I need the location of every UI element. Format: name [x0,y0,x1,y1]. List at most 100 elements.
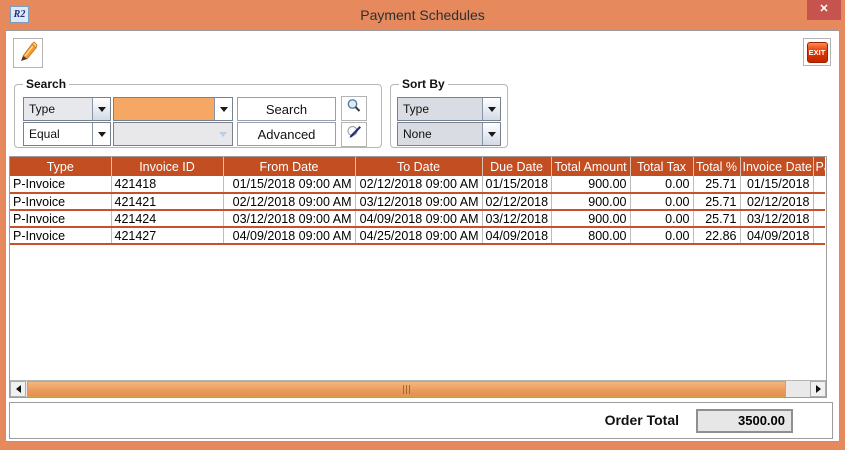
table-row[interactable]: P-Invoice42142102/12/2018 09:00 AM03/12/… [10,193,825,210]
search-value2-combo [113,122,233,146]
chevron-down-icon [214,123,232,145]
pencil-icon [17,40,39,67]
cell[interactable]: 04/25/2018 09:00 AM [355,227,482,244]
window-title: Payment Schedules [0,0,845,30]
cell[interactable]: 02/12/2018 09:00 AM [355,176,482,193]
scroll-left-button[interactable] [10,381,26,397]
scrollbar-thumb[interactable] [27,381,786,397]
advanced-find-button[interactable] [341,122,367,147]
cell[interactable]: 900.00 [551,210,630,227]
cell[interactable] [813,193,825,210]
table-row[interactable]: P-Invoice42141801/15/2018 09:00 AM02/12/… [10,176,825,193]
cell[interactable] [813,210,825,227]
advanced-button[interactable]: Advanced [237,122,336,146]
chevron-down-icon[interactable] [92,123,110,145]
magnifier-pen-icon [346,124,362,145]
cell[interactable]: 0.00 [630,193,693,210]
exit-button[interactable]: EXIT [803,38,831,66]
titlebar: R2 Payment Schedules ✕ [0,0,845,30]
column-header-to-date[interactable]: To Date [355,157,482,176]
magnifier-icon [346,98,362,119]
column-header-invoice-id[interactable]: Invoice ID [111,157,223,176]
column-header-invoice-date[interactable]: Invoice Date [740,157,813,176]
search-field-value: Type [24,98,92,120]
footer-panel: Order Total 3500.00 [9,402,833,439]
column-header-total-[interactable]: Total % [693,157,740,176]
cell[interactable]: 03/12/2018 [740,210,813,227]
cell[interactable]: 03/12/2018 [482,210,551,227]
column-header-type[interactable]: Type [10,157,111,176]
cell[interactable]: 421427 [111,227,223,244]
cell[interactable]: 01/15/2018 09:00 AM [223,176,355,193]
column-header-due-date[interactable]: Due Date [482,157,551,176]
grip-icon [403,385,410,394]
cell[interactable]: 421418 [111,176,223,193]
order-total-label: Order Total [605,412,679,428]
cell[interactable]: 03/12/2018 09:00 AM [223,210,355,227]
scroll-right-button[interactable] [810,381,826,397]
search-value-text [114,98,214,120]
chevron-down-icon[interactable] [92,98,110,120]
cell[interactable]: P-Invoice [10,210,111,227]
cell[interactable]: 01/15/2018 [740,176,813,193]
sortby-legend: Sort By [399,77,448,91]
cell[interactable]: 02/12/2018 [482,193,551,210]
cell[interactable]: 0.00 [630,176,693,193]
cell[interactable]: 0.00 [630,210,693,227]
cell[interactable]: P-Invoice [10,193,111,210]
sort-primary-value: Type [398,98,482,120]
edit-button[interactable] [13,38,43,68]
search-field-combo[interactable]: Type [23,97,111,121]
cell[interactable]: 04/09/2018 [740,227,813,244]
sort-primary-combo[interactable]: Type [397,97,501,121]
column-header-from-date[interactable]: From Date [223,157,355,176]
chevron-down-icon[interactable] [482,123,500,145]
cell[interactable]: P-Invoice [10,227,111,244]
find-button[interactable] [341,96,367,121]
close-button[interactable]: ✕ [807,0,841,20]
cell[interactable]: 01/15/2018 [482,176,551,193]
schedule-table: TypeInvoice IDFrom DateTo DateDue DateTo… [10,157,825,245]
cell[interactable]: 421421 [111,193,223,210]
cell[interactable]: 25.71 [693,193,740,210]
cell[interactable]: 03/12/2018 09:00 AM [355,193,482,210]
column-header-total-amount[interactable]: Total Amount [551,157,630,176]
cell[interactable]: 02/12/2018 [740,193,813,210]
order-total-value: 3500.00 [696,409,793,433]
sort-secondary-value: None [398,123,482,145]
cell[interactable]: 25.71 [693,176,740,193]
table-row[interactable]: P-Invoice42142704/09/2018 09:00 AM04/25/… [10,227,825,244]
cell[interactable]: 900.00 [551,176,630,193]
sort-secondary-combo[interactable]: None [397,122,501,146]
arrow-right-icon [816,385,821,393]
cell[interactable] [813,176,825,193]
exit-icon: EXIT [807,42,828,63]
column-header-paid[interactable]: Paid [813,157,825,176]
chevron-down-icon[interactable] [214,98,232,120]
cell[interactable]: 0.00 [630,227,693,244]
cell[interactable]: 25.71 [693,210,740,227]
chevron-down-icon[interactable] [482,98,500,120]
cell[interactable]: 02/12/2018 09:00 AM [223,193,355,210]
cell[interactable] [813,227,825,244]
cell[interactable]: 22.86 [693,227,740,244]
cell[interactable]: 421424 [111,210,223,227]
cell[interactable]: 04/09/2018 09:00 AM [223,227,355,244]
schedule-table-panel: TypeInvoice IDFrom DateTo DateDue DateTo… [9,156,827,398]
search-button[interactable]: Search [237,97,336,121]
cell[interactable]: 04/09/2018 [482,227,551,244]
column-header-total-tax[interactable]: Total Tax [630,157,693,176]
sortby-groupbox: Sort By Type None [390,84,508,148]
content-panel: EXIT Search Type Search [5,30,840,442]
arrow-left-icon [16,385,21,393]
cell[interactable]: 800.00 [551,227,630,244]
search-operator-combo[interactable]: Equal [23,122,111,146]
table-header-row: TypeInvoice IDFrom DateTo DateDue DateTo… [10,157,825,176]
cell[interactable]: 900.00 [551,193,630,210]
search-operator-value: Equal [24,123,92,145]
table-row[interactable]: P-Invoice42142403/12/2018 09:00 AM04/09/… [10,210,825,227]
cell[interactable]: P-Invoice [10,176,111,193]
cell[interactable]: 04/09/2018 09:00 AM [355,210,482,227]
search-value-combo[interactable] [113,97,233,121]
horizontal-scrollbar[interactable] [10,380,826,397]
